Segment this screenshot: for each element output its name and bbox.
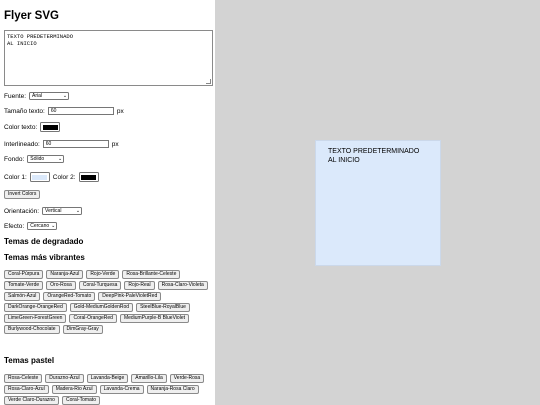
- text-color-label: Color texto:: [4, 123, 38, 131]
- chevron-down-icon: ⌄: [58, 155, 63, 162]
- vibrant-theme-button[interactable]: LimeGreen-ForestGreen: [4, 314, 67, 323]
- pastel-theme-button[interactable]: Rosa-Claro-Azul: [4, 385, 49, 394]
- chevron-down-icon: ⌄: [75, 207, 81, 214]
- line-height-row: Interlineado: 60 px: [4, 140, 119, 148]
- page-title: Flyer SVG: [4, 10, 59, 22]
- font-row: Fuente: Arial ⌄: [4, 92, 70, 100]
- chevron-down-icon: ⌄: [51, 222, 56, 229]
- orientation-row: Orientación: Vertical ⌄: [4, 207, 83, 215]
- color2-picker[interactable]: [78, 172, 99, 182]
- color2-swatch: [81, 174, 97, 180]
- invert-colors-button[interactable]: Invert Colors: [4, 190, 41, 199]
- background-label: Fondo:: [4, 155, 25, 163]
- vibrant-themes-list: Coral-Púrpura Naranja-Azul Rojo-Verde Rosa-…: [4, 270, 214, 334]
- line-height-unit: px: [111, 140, 119, 148]
- chevron-down-icon: ⌄: [62, 92, 68, 99]
- line-height-input[interactable]: 60: [42, 140, 109, 148]
- pastel-theme-button[interactable]: Lavanda-Beige: [86, 374, 129, 383]
- flyer-text-line1: TEXTO PREDETERMINADO: [328, 148, 420, 155]
- orientation-select[interactable]: Vertical ⌄: [42, 207, 83, 215]
- vibrant-theme-button[interactable]: Rosa-Brillante-Celeste: [122, 270, 181, 279]
- vibrant-theme-button[interactable]: DarkOrange-OrangeRed: [4, 303, 67, 312]
- resize-handle-icon[interactable]: [206, 79, 211, 84]
- vibrant-theme-button[interactable]: Coral-Turquesa: [78, 281, 122, 290]
- vibrant-theme-button[interactable]: DimGray-Gray: [62, 325, 103, 334]
- vibrant-themes-heading: Temas más vibrantes: [4, 253, 85, 262]
- effect-select[interactable]: Cercano ⌄: [27, 222, 58, 230]
- size-input[interactable]: 60: [47, 107, 114, 115]
- size-row: Tamaño texto: 60 px: [4, 107, 124, 115]
- pastel-theme-button[interactable]: Verde Claro-Durazno: [4, 396, 59, 405]
- flyer-preview: TEXTO PREDETERMINADO AL INICIO: [315, 140, 441, 266]
- size-label: Tamaño texto:: [4, 107, 45, 115]
- text-input[interactable]: TEXTO PREDETERMINADO AL INICIO: [4, 30, 213, 86]
- vibrant-theme-button[interactable]: Coral-Púrpura: [4, 270, 44, 279]
- pastel-themes-heading: Temas pastel: [4, 356, 55, 365]
- pastel-theme-button[interactable]: Naranja-Rosa Claro: [146, 385, 199, 394]
- line-height-label: Interlineado:: [4, 140, 40, 148]
- font-select[interactable]: Arial ⌄: [29, 92, 70, 100]
- control-panel: Flyer SVG TEXTO PREDETERMINADO AL INICIO…: [0, 0, 215, 405]
- color1-picker[interactable]: [29, 172, 50, 182]
- vibrant-theme-button[interactable]: MediumPurple-B BlueViolet: [119, 314, 189, 323]
- vibrant-theme-button[interactable]: Coral-OrangeRed: [69, 314, 117, 323]
- effect-label: Efecto:: [4, 222, 25, 230]
- effect-select-value: Cercano: [30, 223, 50, 229]
- font-select-value: Arial: [32, 93, 43, 99]
- pastel-theme-button[interactable]: Coral-Tomato: [61, 396, 100, 405]
- vibrant-theme-button[interactable]: Oro-Rosa: [46, 281, 76, 290]
- font-label: Fuente:: [4, 92, 27, 100]
- vibrant-theme-button[interactable]: Salmón-Azul: [4, 292, 41, 301]
- text-color-swatch: [42, 124, 58, 130]
- vibrant-theme-button[interactable]: Tomate-Verde: [4, 281, 44, 290]
- text-color-picker[interactable]: [40, 122, 61, 132]
- vibrant-theme-button[interactable]: Rosa-Claro-Violeta: [157, 281, 208, 290]
- pastel-theme-button[interactable]: Verde-Rosa: [169, 374, 205, 383]
- gradient-themes-heading: Temas de degradado: [4, 237, 84, 246]
- background-select[interactable]: Sólido ⌄: [27, 155, 65, 163]
- pastel-theme-button[interactable]: Amarillo-Lila: [131, 374, 167, 383]
- vibrant-theme-button[interactable]: Rojo-Real: [124, 281, 155, 290]
- vibrant-theme-button[interactable]: Naranja-Azul: [46, 270, 84, 279]
- background-row: Fondo: Sólido ⌄: [4, 155, 65, 163]
- effect-row: Efecto: Cercano ⌄: [4, 222, 58, 230]
- pastel-theme-button[interactable]: Lavanda-Crema: [99, 385, 144, 394]
- pastel-theme-button[interactable]: Durazno-Azul: [45, 374, 84, 383]
- orientation-select-value: Vertical: [45, 208, 62, 214]
- pastel-theme-button[interactable]: Madera-Rio Azul: [51, 385, 97, 394]
- vibrant-theme-button[interactable]: OrangeRed-Tomato: [43, 292, 96, 301]
- vibrant-theme-button[interactable]: SteelBlue-RoyalBlue: [136, 303, 190, 312]
- invert-row: Invert Colors: [4, 190, 41, 199]
- colors-row: Color 1: Color 2:: [4, 172, 99, 182]
- vibrant-theme-button[interactable]: Gold-MediumGoldenRod: [69, 303, 134, 312]
- color2-label: Color 2:: [52, 173, 76, 181]
- text-color-row: Color texto:: [4, 122, 61, 132]
- flyer-text-line2: AL INICIO: [328, 157, 360, 164]
- preview-area: TEXTO PREDETERMINADO AL INICIO: [215, 0, 540, 405]
- color1-label: Color 1:: [4, 173, 27, 181]
- vibrant-theme-button[interactable]: DeepPink-PaleVioletRed: [98, 292, 162, 301]
- orientation-label: Orientación:: [4, 207, 40, 215]
- background-select-value: Sólido: [30, 156, 45, 162]
- size-unit: px: [116, 107, 124, 115]
- flyer-text: TEXTO PREDETERMINADO AL INICIO: [328, 147, 419, 165]
- pastel-themes-list: Rosa-Celeste Durazno-Azul Lavanda-Beige Ama…: [4, 374, 214, 405]
- vibrant-theme-button[interactable]: Burlywood-Chocolate: [4, 325, 60, 334]
- vibrant-theme-button[interactable]: Rojo-Verde: [86, 270, 120, 279]
- pastel-theme-button[interactable]: Rosa-Celeste: [4, 374, 43, 383]
- color1-swatch: [32, 174, 48, 180]
